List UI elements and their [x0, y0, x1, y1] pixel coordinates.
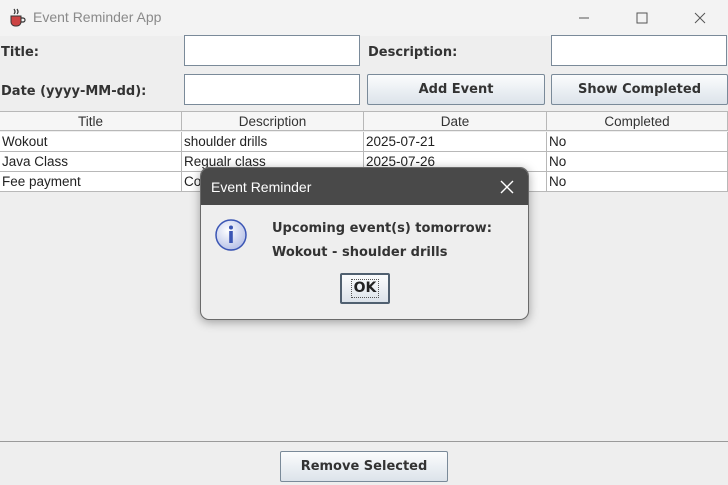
column-header[interactable]: Date: [364, 111, 547, 131]
remove-selected-button[interactable]: Remove Selected: [280, 451, 448, 482]
date-label: Date (yyyy-MM-dd):: [1, 84, 147, 99]
window-titlebar: Event Reminder App: [0, 0, 728, 36]
table-cell[interactable]: 2025-07-21: [364, 132, 547, 152]
description-label: Description:: [368, 45, 458, 60]
table-cell[interactable]: shoulder drills: [182, 132, 364, 152]
column-header[interactable]: Description: [182, 111, 364, 131]
maximize-icon: [636, 12, 648, 24]
maximize-button[interactable]: [613, 0, 671, 36]
table-row[interactable]: Wokout shoulder drills 2025-07-21 No: [0, 132, 728, 152]
column-header[interactable]: Completed: [547, 111, 728, 131]
table-header: Title Description Date Completed: [0, 111, 728, 131]
minimize-icon: [579, 17, 589, 19]
reminder-dialog: Event Reminder Upcoming event(s) tomorro…: [200, 167, 529, 320]
dialog-message-line1: Upcoming event(s) tomorrow:: [272, 221, 492, 236]
java-cup-icon: [8, 8, 27, 27]
minimize-button[interactable]: [555, 0, 613, 36]
add-event-button[interactable]: Add Event: [367, 74, 545, 105]
window-title: Event Reminder App: [33, 9, 162, 25]
title-label: Title:: [1, 45, 40, 60]
table-cell[interactable]: No: [547, 152, 728, 172]
table-cell[interactable]: No: [547, 132, 728, 152]
table-cell[interactable]: No: [547, 172, 728, 192]
dialog-title: Event Reminder: [211, 179, 312, 195]
table-cell[interactable]: Fee payment: [0, 172, 182, 192]
date-field[interactable]: [184, 74, 360, 105]
show-completed-button[interactable]: Show Completed: [551, 74, 728, 105]
dialog-message-line2: Wokout - shoulder drills: [272, 245, 448, 260]
close-button[interactable]: [671, 0, 728, 36]
ok-button-label: OK: [350, 279, 380, 298]
description-field[interactable]: [551, 35, 727, 66]
title-field[interactable]: [184, 35, 360, 66]
close-icon: [694, 12, 706, 24]
close-icon[interactable]: [497, 177, 517, 197]
table-cell[interactable]: Wokout: [0, 132, 182, 152]
table-cell[interactable]: Java Class: [0, 152, 182, 172]
ok-button[interactable]: OK: [340, 273, 390, 304]
dialog-titlebar: Event Reminder: [201, 168, 528, 205]
column-header[interactable]: Title: [0, 111, 182, 131]
divider: [0, 441, 728, 442]
info-icon: [215, 219, 247, 251]
